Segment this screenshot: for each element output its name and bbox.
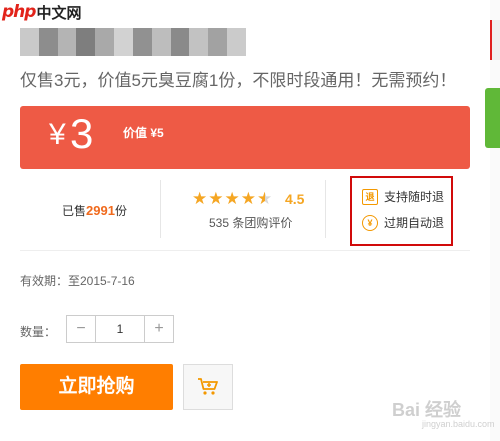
right-sidebar-green-tab[interactable] <box>485 88 500 148</box>
rating-score: 4.5 <box>285 191 305 207</box>
original-value: 价值 ¥5 <box>123 126 164 140</box>
add-to-cart-button[interactable] <box>183 364 233 410</box>
validity-date: 有效期：至2015-7-16 <box>20 274 135 288</box>
sold-suffix: 份 <box>114 204 127 218</box>
refund-icon: 退 <box>362 188 378 205</box>
watermark-main: Bai 经验 <box>392 400 462 420</box>
sold-number: 2991 <box>86 203 115 218</box>
sold-prefix: 已售 <box>62 204 87 218</box>
site-logo: php 中文网 <box>2 0 81 24</box>
guarantee-label: 过期自动退 <box>384 216 445 230</box>
price-amount: 3 <box>70 110 94 157</box>
rating-stars: ★ ★ ★ ★ ★ <box>192 190 273 207</box>
baidu-watermark: Bai 经验 jingyan.baidu.com <box>392 396 495 429</box>
deal-stats: 已售2991份 ★ ★ ★ ★ ★ 4.5 535 条团购评价 退 支持随时退 … <box>20 172 470 246</box>
yen-refund-icon: ¥ <box>362 214 378 231</box>
buy-now-button[interactable]: 立即抢购 <box>20 364 173 410</box>
cart-icon <box>198 378 218 395</box>
right-sidebar-strip <box>490 0 500 441</box>
star-icon: ★ <box>224 189 240 208</box>
quantity-input[interactable]: 1 <box>95 316 145 342</box>
increase-button[interactable]: + <box>145 316 173 342</box>
section-divider <box>20 250 470 251</box>
price-currency: ¥ <box>49 118 66 151</box>
sold-count: 已售2991份 <box>62 202 127 219</box>
watermark-sub: jingyan.baidu.com <box>422 419 495 429</box>
star-icon: ★ <box>240 189 256 208</box>
guarantee-refund-anytime: 退 支持随时退 <box>362 188 444 205</box>
guarantee-auto-refund: ¥ 过期自动退 <box>362 214 444 231</box>
logo-php-text: php <box>2 2 36 22</box>
guarantee-highlight-box: 退 支持随时退 ¥ 过期自动退 <box>350 176 453 246</box>
half-star-icon: ★ <box>257 189 273 208</box>
star-icon: ★ <box>192 189 208 208</box>
deal-subtitle: 仅售3元，价值5元臭豆腐1份，不限时段通用！无需预约！ <box>20 71 457 90</box>
price-bar: ¥ 3 价值 ¥5 <box>20 106 470 169</box>
logo-cn-text: 中文网 <box>36 3 82 22</box>
quantity-stepper: − 1 + <box>66 315 174 343</box>
quantity-label: 数量： <box>20 325 57 339</box>
decrease-button[interactable]: − <box>67 316 95 342</box>
right-sidebar-tab[interactable] <box>490 20 500 60</box>
star-icon: ★ <box>208 189 224 208</box>
guarantee-label: 支持随时退 <box>384 190 445 204</box>
stats-divider <box>160 180 161 238</box>
blurred-deal-title <box>20 28 246 56</box>
stats-divider <box>325 180 326 238</box>
reviews-link[interactable]: 535 条团购评价 <box>209 214 292 231</box>
